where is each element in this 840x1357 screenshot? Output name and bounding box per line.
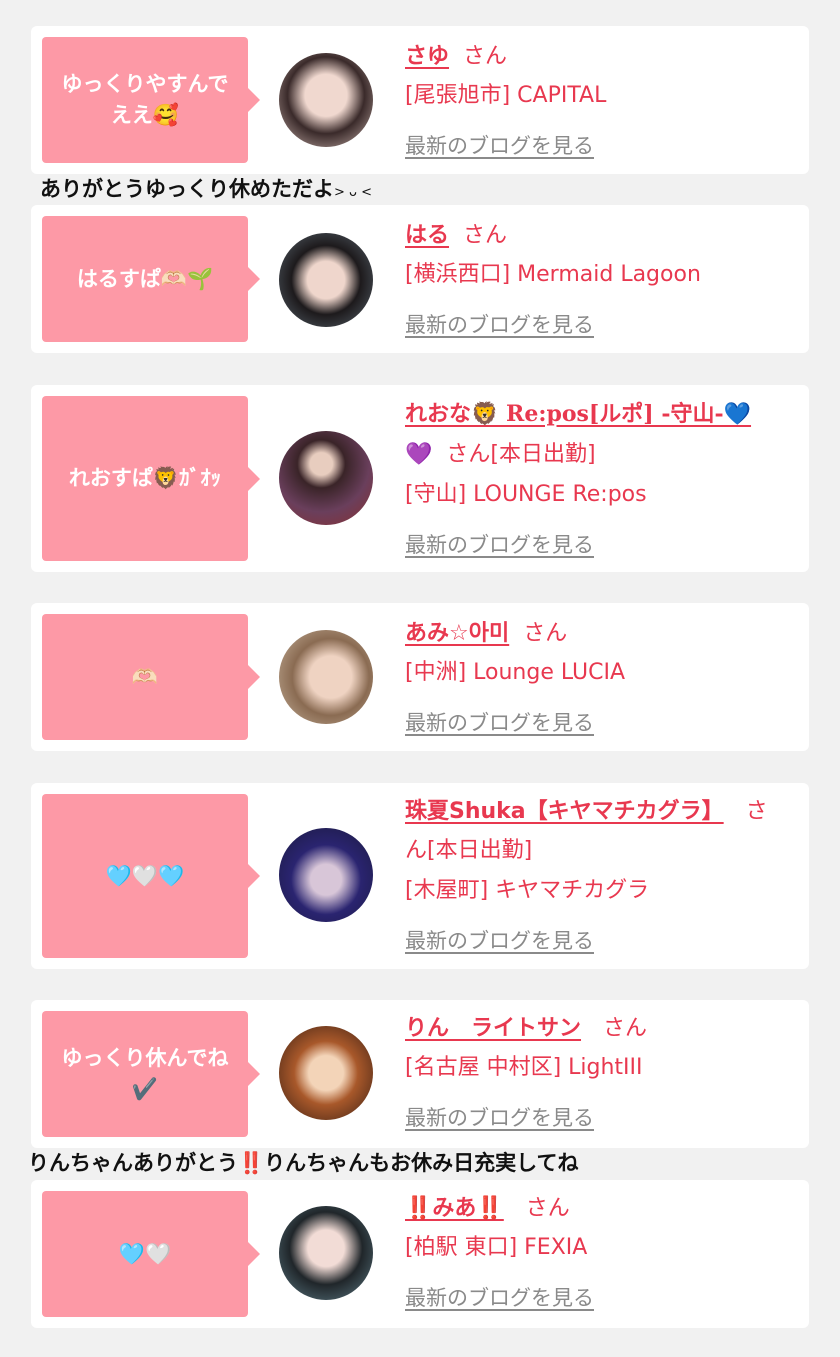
honorific: さん[本日出勤] — [446, 442, 596, 467]
latest-blog-link[interactable]: 最新のブログを見る — [405, 533, 594, 557]
latest-blog-link[interactable]: 最新のブログを見る — [405, 1106, 594, 1130]
avatar[interactable] — [279, 1026, 373, 1120]
name-emoji: 💜 — [405, 442, 433, 467]
latest-blog-link[interactable]: 最新のブログを見る — [405, 929, 594, 953]
entry-card: ゆっくり休んでね ✔️ りん ライトサン さん [名古屋 中村区] LightII… — [31, 1000, 809, 1148]
name-line: りん ライトサン さん — [405, 1009, 797, 1048]
comment-text-main: ありがとうゆっくり休めただよ — [40, 177, 334, 201]
shop-label: [守山] LOUNGE Re:pos — [405, 482, 647, 507]
message-bubble: はるすぱ🫶🏻🌱 — [42, 216, 260, 342]
exclamation-icon: ‼️ — [238, 1151, 265, 1175]
comment-face: > ᴗ < — [334, 185, 373, 200]
avatar[interactable] — [279, 630, 373, 724]
shop-label: [尾張旭市] CAPITAL — [405, 83, 607, 108]
shop-label: [木屋町] キヤマチカグラ — [405, 878, 650, 903]
latest-blog-link[interactable]: 最新のブログを見る — [405, 134, 594, 158]
cast-name-link[interactable]: ‼️みあ‼️ — [405, 1196, 504, 1221]
comment-text: りんちゃんありがとう‼️りんちゃんもお休み日充実してね — [28, 1147, 579, 1177]
avatar[interactable] — [279, 53, 373, 147]
cast-name-link[interactable]: あみ☆아미 — [405, 621, 509, 646]
name-line: あみ☆아미 さん — [405, 614, 797, 653]
honorific: さん — [525, 1196, 570, 1221]
honorific: さ — [745, 799, 768, 824]
latest-blog-link[interactable]: 最新のブログを見る — [405, 711, 594, 735]
entry-card: れおすぱ🦁ｶﾞｵｯ れおな🦁 Re:pos[ルポ] -守山-💙 💜 さん[本日出勤]… — [31, 385, 809, 572]
shop-label: [名古屋 中村区] LightIII — [405, 1055, 643, 1080]
cast-name-link[interactable]: れおな🦁 Re:pos[ルポ] -守山-💙 — [405, 401, 751, 427]
honorific: さん — [463, 223, 508, 248]
avatar[interactable] — [279, 233, 373, 327]
message-bubble: ゆっくりやすんで ええ🥰 — [42, 37, 260, 163]
cast-name-link[interactable]: 珠夏Shuka【キヤマチカグラ】 — [405, 799, 724, 824]
name-line: ‼️みあ‼️ さん — [405, 1189, 797, 1228]
entry-card: 🩵🤍 ‼️みあ‼️ さん [柏駅 東口] FEXIA 最新のブログを見る — [31, 1180, 809, 1328]
name-line: れおな🦁 Re:pos[ルポ] -守山-💙 💜 さん[本日出勤] — [405, 394, 797, 475]
shop-label: [横浜西口] Mermaid Lagoon — [405, 262, 701, 287]
comment-text-b: りんちゃんもお休み日充実してね — [264, 1151, 579, 1175]
shop-label: [柏駅 東口] FEXIA — [405, 1235, 588, 1260]
latest-blog-link[interactable]: 最新のブログを見る — [405, 1286, 594, 1310]
message-bubble: ゆっくり休んでね ✔️ — [42, 1011, 260, 1137]
page: { "blog_link_label": "最新のブログを見る", "entri… — [0, 0, 840, 1357]
message-bubble: 🩵🤍🩵 — [42, 794, 260, 958]
cast-name-link[interactable]: はる — [405, 223, 449, 248]
message-bubble: れおすぱ🦁ｶﾞｵｯ — [42, 396, 260, 561]
honorific: さん — [603, 1016, 648, 1041]
message-bubble: 🫶🏻 — [42, 614, 260, 740]
avatar[interactable] — [279, 1206, 373, 1300]
shop-label: [中洲] Lounge LUCIA — [405, 660, 626, 685]
message-bubble: 🩵🤍 — [42, 1191, 260, 1317]
latest-blog-link[interactable]: 最新のブログを見る — [405, 313, 594, 337]
entry-card: はるすぱ🫶🏻🌱 はる さん [横浜西口] Mermaid Lagoon 最新のブロ… — [31, 205, 809, 353]
cast-name-link[interactable]: りん ライトサン — [405, 1016, 581, 1041]
honorific: さん — [463, 44, 508, 69]
entry-card: 🫶🏻 あみ☆아미 さん [中洲] Lounge LUCIA 最新のブログを見る — [31, 603, 809, 751]
avatar[interactable] — [279, 431, 373, 525]
entry-card: 🩵🤍🩵 珠夏Shuka【キヤマチカグラ】さ ん[本日出勤] [木屋町] キヤマチ… — [31, 783, 809, 969]
honorific-status: ん[本日出勤] — [405, 838, 533, 863]
name-line: 珠夏Shuka【キヤマチカグラ】さ — [405, 792, 797, 831]
comment-text-a: りんちゃんありがとう — [28, 1151, 238, 1175]
cast-name-link[interactable]: さゆ — [405, 44, 449, 69]
name-line: さゆ さん — [405, 37, 797, 76]
entry-card: ゆっくりやすんで ええ🥰 さゆ さん [尾張旭市] CAPITAL 最新のブログを… — [31, 26, 809, 174]
honorific: さん — [523, 621, 568, 646]
name-line: はる さん — [405, 216, 797, 255]
comment-text: ありがとうゆっくり休めただよ> ᴗ < — [40, 173, 372, 203]
avatar[interactable] — [279, 828, 373, 922]
